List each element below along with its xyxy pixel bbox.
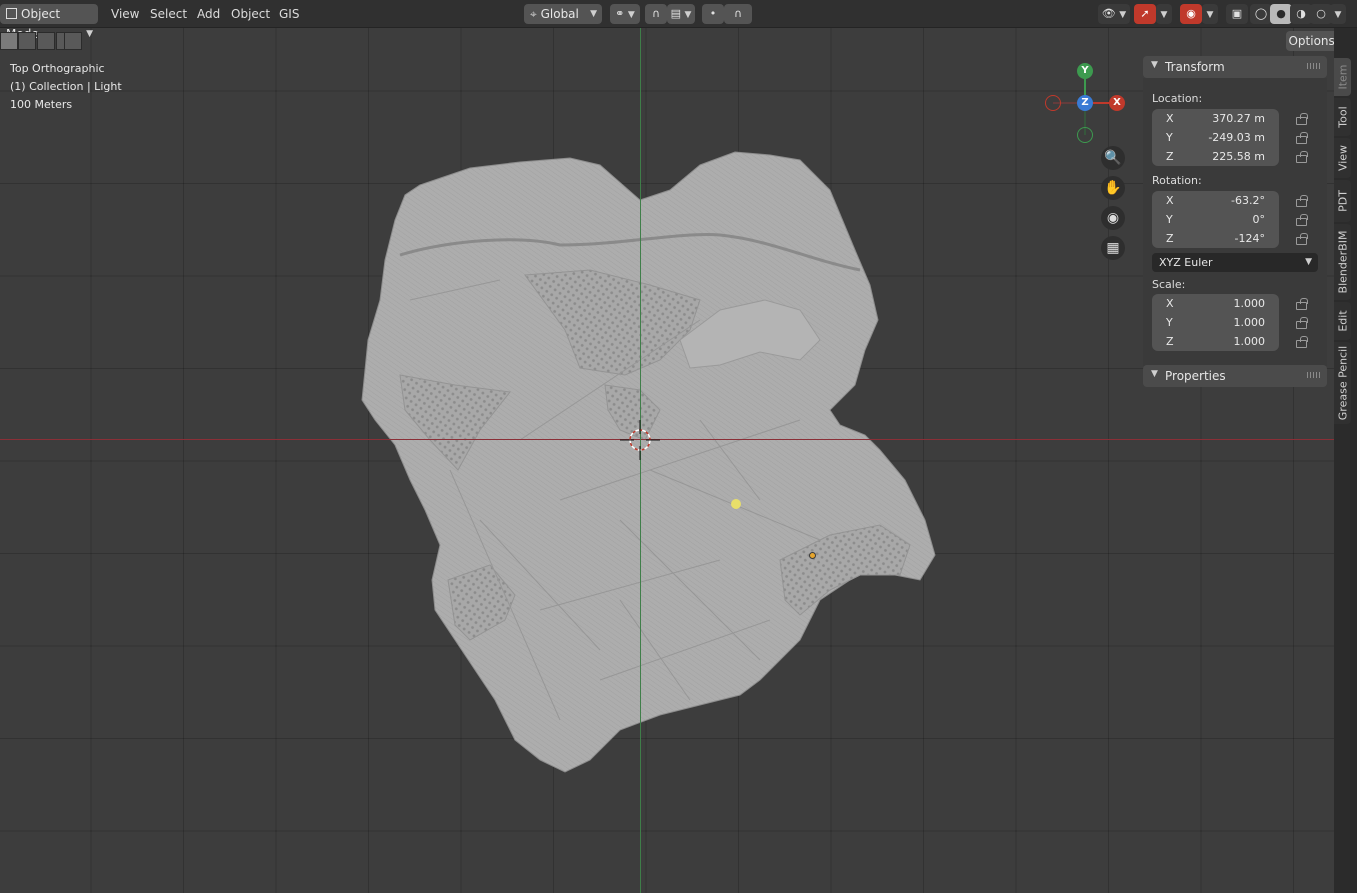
- camera-icon[interactable]: ◉: [1101, 206, 1125, 230]
- gizmo-neg-y-icon[interactable]: [1077, 127, 1093, 143]
- collapse-arrow-icon: ▼: [1151, 60, 1158, 70]
- gizmo-x-icon[interactable]: X: [1109, 95, 1125, 111]
- transform-panel-body: Location: X 370.27 m Y -249.03 m Z 225.58 m…: [1143, 78, 1327, 366]
- xray-icon[interactable]: ▣: [1226, 4, 1248, 24]
- x-axis-line: [0, 439, 1334, 440]
- lock-scale-y-icon[interactable]: [1295, 317, 1308, 329]
- lock-rotation-z-icon[interactable]: [1295, 233, 1308, 245]
- drag-grip-icon[interactable]: [1307, 372, 1321, 378]
- orientation-icon: ⌖: [530, 7, 537, 21]
- rendered-shading-icon[interactable]: ○: [1310, 4, 1332, 24]
- lock-location-x-icon[interactable]: [1295, 113, 1308, 125]
- chevron-down-icon: ▼: [86, 29, 93, 39]
- object-origin[interactable]: [809, 552, 816, 559]
- chevron-down-icon: ▼: [590, 9, 597, 19]
- menu-select[interactable]: Select: [145, 4, 192, 24]
- location-y-field[interactable]: Y -249.03 m: [1152, 128, 1279, 147]
- lock-location-y-icon[interactable]: [1295, 132, 1308, 144]
- tab-grease-pencil[interactable]: Grease Pencil: [1334, 342, 1351, 424]
- tab-edit[interactable]: Edit: [1334, 302, 1351, 340]
- menu-object[interactable]: Object: [226, 4, 275, 24]
- pivot-icon[interactable]: ⚭ ▼: [610, 4, 640, 24]
- 3d-cursor[interactable]: [620, 420, 660, 460]
- chevron-down-icon[interactable]: ▼: [1156, 4, 1172, 24]
- mode-dropdown[interactable]: Object Mode ▼: [0, 4, 98, 41]
- lock-rotation-y-icon[interactable]: [1295, 214, 1308, 226]
- sidebar-panel: ▼ Transform Location: X 370.27 m Y -249.03…: [1143, 56, 1327, 387]
- overlay-icon[interactable]: ◉: [1180, 4, 1202, 24]
- gizmo-neg-x-icon[interactable]: [1045, 95, 1061, 111]
- location-z-field[interactable]: Z 225.58 m: [1152, 147, 1279, 166]
- orientation-label: Global: [540, 7, 579, 21]
- wireframe-shading-icon[interactable]: ◯: [1250, 4, 1272, 24]
- select-difference-icon[interactable]: [64, 32, 82, 50]
- chevron-down-icon[interactable]: ▼: [1202, 4, 1218, 24]
- falloff-icon[interactable]: ∩: [724, 4, 752, 24]
- rotation-mode-label: XYZ Euler: [1159, 256, 1213, 269]
- viewport-header: Object Mode ▼ View Select Add Object GIS…: [0, 0, 1357, 41]
- scale-label: Scale:: [1152, 278, 1186, 291]
- visibility-icon[interactable]: 👁 ▼: [1098, 4, 1130, 24]
- location-x-field[interactable]: X 370.27 m: [1152, 109, 1279, 128]
- material-shading-icon[interactable]: ◑: [1290, 4, 1312, 24]
- chevron-down-icon[interactable]: ▼: [1330, 4, 1346, 24]
- rotation-label: Rotation:: [1152, 174, 1202, 187]
- proportional-edit-icon[interactable]: •: [702, 4, 724, 24]
- rotation-x-field[interactable]: X -63.2°: [1152, 191, 1279, 210]
- grid-scale: 100 Meters: [10, 98, 73, 111]
- rotation-y-field[interactable]: Y 0°: [1152, 210, 1279, 229]
- options-label: Options: [1288, 34, 1335, 48]
- transform-orientation-dropdown[interactable]: ⌖ Global ▼: [524, 4, 602, 24]
- gizmo-y-icon[interactable]: Y: [1077, 63, 1093, 79]
- transform-title: Transform: [1165, 60, 1225, 74]
- scale-x-field[interactable]: X 1.000: [1152, 294, 1279, 313]
- select-new-icon[interactable]: [0, 32, 18, 50]
- lock-rotation-x-icon[interactable]: [1295, 195, 1308, 207]
- transform-panel-header[interactable]: ▼ Transform: [1143, 56, 1327, 78]
- collapse-arrow-icon: ▼: [1151, 369, 1158, 379]
- menu-gis[interactable]: GIS: [274, 4, 304, 24]
- lock-scale-x-icon[interactable]: [1295, 298, 1308, 310]
- grid-view-icon[interactable]: ▦: [1101, 236, 1125, 260]
- gizmo-icon[interactable]: ➚: [1134, 4, 1156, 24]
- tab-pdt[interactable]: PDT: [1334, 180, 1351, 222]
- drag-grip-icon[interactable]: [1307, 63, 1321, 69]
- scale-y-field[interactable]: Y 1.000: [1152, 313, 1279, 332]
- pan-hand-icon[interactable]: ✋: [1101, 176, 1125, 200]
- select-subtract-icon[interactable]: [37, 32, 55, 50]
- rotation-z-field[interactable]: Z -124°: [1152, 229, 1279, 248]
- snap-icon[interactable]: ∩: [645, 4, 667, 24]
- solid-shading-icon[interactable]: ●: [1270, 4, 1292, 24]
- tab-view[interactable]: View: [1334, 138, 1351, 178]
- mode-icon: [6, 8, 17, 19]
- gizmo-z-icon[interactable]: Z: [1077, 95, 1093, 111]
- menu-view[interactable]: View: [106, 4, 144, 24]
- tab-blenderbim[interactable]: BlenderBIM: [1334, 224, 1351, 300]
- tab-tool[interactable]: Tool: [1334, 98, 1351, 136]
- properties-panel-header[interactable]: ▼ Properties: [1143, 365, 1327, 387]
- scale-z-field[interactable]: Z 1.000: [1152, 332, 1279, 351]
- rotation-mode-dropdown[interactable]: XYZ Euler ▼: [1152, 253, 1318, 272]
- lock-location-z-icon[interactable]: [1295, 151, 1308, 163]
- view-name: Top Orthographic: [10, 62, 105, 75]
- location-label: Location:: [1152, 92, 1203, 105]
- menu-add[interactable]: Add: [192, 4, 225, 24]
- sidebar-tabs: Item Tool View PDT BlenderBIM Edit Greas…: [1334, 56, 1352, 426]
- lock-scale-z-icon[interactable]: [1295, 336, 1308, 348]
- tab-item[interactable]: Item: [1334, 58, 1351, 96]
- y-axis-line: [640, 28, 641, 893]
- collection-info: (1) Collection | Light: [10, 80, 122, 93]
- light-object[interactable]: [731, 499, 741, 509]
- chevron-down-icon: ▼: [1305, 257, 1312, 267]
- zoom-icon[interactable]: 🔍: [1101, 146, 1125, 170]
- snap-target-icon[interactable]: ▤ ▼: [667, 4, 695, 24]
- select-extend-icon[interactable]: [18, 32, 36, 50]
- properties-title: Properties: [1165, 369, 1226, 383]
